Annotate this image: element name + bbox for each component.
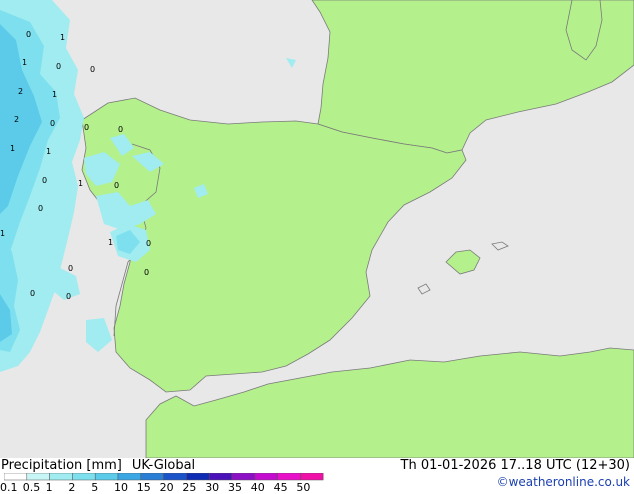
map-value: 0 <box>30 289 35 298</box>
color-scale-swatch <box>26 473 50 481</box>
color-scale-tick-label: 1 <box>45 481 53 494</box>
color-scale-tick-label: 2 <box>68 481 76 494</box>
color-scale-tick-label: 30 <box>205 481 220 494</box>
map-footer: Precipitation [mm] UK-Global Th 01-01-202… <box>0 458 634 494</box>
map-value: 0 <box>144 268 149 277</box>
color-scale: 0.1 0.5 1 2 5 10 15 20 25 30 35 40 45 50 <box>0 473 344 494</box>
map-value: 0 <box>50 119 55 128</box>
color-scale-swatch <box>163 473 187 481</box>
map-value: 1 <box>108 238 113 247</box>
map-value: 0 <box>56 62 61 71</box>
map-value: 0 <box>114 181 119 190</box>
color-scale-swatch <box>208 473 233 481</box>
product-title: Precipitation [mm] UK-Global <box>1 458 195 473</box>
map-value: 1 <box>60 33 65 42</box>
product-name: Precipitation [mm] <box>1 458 122 473</box>
weather-map-page: 0 1 1 0 0 2 1 2 0 0 0 1 1 0 1 0 0 1 0 1 … <box>0 0 634 494</box>
color-scale-tick-label: 5 <box>91 481 99 494</box>
color-scale-swatch <box>300 473 324 481</box>
map-value: 0 <box>38 204 43 213</box>
color-scale-swatch <box>186 473 210 481</box>
map-value: 0 <box>42 176 47 185</box>
map-value: 1 <box>10 144 15 153</box>
map-value: 0 <box>66 292 71 301</box>
color-scale-bar <box>4 473 324 481</box>
color-scale-swatch <box>254 473 278 481</box>
color-scale-swatch <box>231 473 256 481</box>
map-value: 0 <box>26 30 31 39</box>
map-value: 1 <box>0 229 5 238</box>
color-scale-tick-label: 40 <box>250 481 265 494</box>
map-value: 0 <box>84 123 89 132</box>
map-value: 2 <box>18 87 23 96</box>
color-scale-swatch <box>94 473 119 481</box>
color-scale-tick-label: 0.5 <box>22 481 41 494</box>
map-value: 1 <box>52 90 57 99</box>
map-value: 1 <box>78 179 83 188</box>
map-value: 1 <box>22 58 27 67</box>
color-scale-swatch <box>4 473 28 481</box>
color-scale-tick-label: 50 <box>296 481 311 494</box>
color-scale-swatch <box>117 473 142 481</box>
map-value: 0 <box>146 239 151 248</box>
color-scale-tick-label: 0.1 <box>0 481 18 494</box>
map-value: 1 <box>46 147 51 156</box>
color-scale-tick-label: 45 <box>273 481 288 494</box>
map-value: 0 <box>90 65 95 74</box>
map-value: 0 <box>68 264 73 273</box>
color-scale-swatch <box>140 473 164 481</box>
color-scale-tick-label: 10 <box>114 481 128 494</box>
map-value: 0 <box>118 125 123 134</box>
color-scale-swatch <box>72 473 96 481</box>
color-scale-tick-label: 15 <box>136 481 151 494</box>
precipitation-map: 0 1 1 0 0 2 1 2 0 0 0 1 1 0 1 0 0 1 0 1 … <box>0 0 634 458</box>
color-scale-tick-label: 35 <box>228 481 242 494</box>
valid-time: Th 01-01-2026 17..18 UTC (12+30) <box>400 458 631 473</box>
color-scale-swatch <box>49 473 73 481</box>
color-scale-tick-label: 20 <box>159 481 174 494</box>
color-scale-swatch <box>277 473 301 481</box>
color-scale-tick-label: 25 <box>182 481 197 494</box>
model-name: UK-Global <box>131 458 196 473</box>
credit-link[interactable]: ©weatheronline.co.uk <box>497 475 630 489</box>
map-value: 2 <box>14 115 19 124</box>
